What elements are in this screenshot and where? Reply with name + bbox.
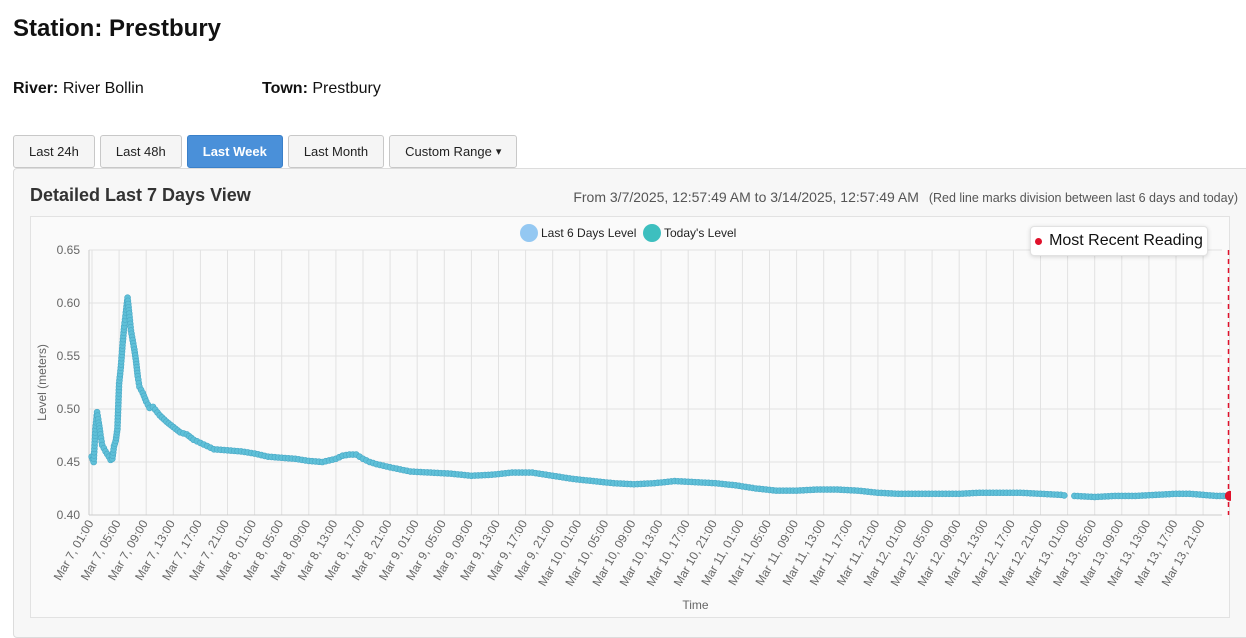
legend-label-last6: Last 6 Days Level bbox=[541, 226, 636, 240]
last-24h-button[interactable]: Last 24h bbox=[13, 135, 95, 168]
caret-down-icon: ▾ bbox=[495, 146, 502, 158]
y-tick-label: 0.40 bbox=[57, 508, 81, 522]
y-tick-label: 0.55 bbox=[57, 349, 81, 363]
town-info: Town: Prestbury bbox=[262, 80, 381, 98]
legend-label-today: Today's Level bbox=[664, 226, 736, 240]
station-title: Station: Prestbury bbox=[13, 15, 222, 42]
legend-swatch-today bbox=[643, 224, 661, 242]
panel-title: Detailed Last 7 Days View bbox=[30, 185, 251, 205]
most-recent-point bbox=[1224, 490, 1231, 501]
custom-range-button[interactable]: Custom Range ▾ bbox=[389, 135, 518, 168]
chart-area[interactable]: 0.65 0.60 0.55 0.50 0.45 0.40 Mar 7, 01:00 Mar … bbox=[30, 216, 1231, 619]
most-recent-label: Most Recent Reading bbox=[1049, 232, 1203, 249]
data-point-last6 bbox=[1060, 492, 1068, 499]
y-tick-label: 0.65 bbox=[57, 243, 81, 257]
y-axis-label: Level (meters) bbox=[35, 344, 49, 421]
x-axis-label: Time bbox=[682, 598, 709, 612]
date-range: From 3/7/2025, 12:57:49 AM to 3/14/2025,… bbox=[573, 189, 919, 205]
divider-note: (Red line marks division between last 6 … bbox=[928, 191, 1238, 205]
town-label: Town: bbox=[262, 80, 308, 97]
date-range-text: From 3/7/2025, 12:57:49 AM to 3/14/2025,… bbox=[573, 189, 1238, 205]
river-value: River Bollin bbox=[62, 80, 144, 97]
y-tick-label: 0.45 bbox=[57, 455, 81, 469]
last-month-button[interactable]: Last Month bbox=[287, 135, 385, 168]
time-range-buttons: Last 24h Last 48h Last Week Last Month C… bbox=[13, 135, 518, 168]
y-tick-label: 0.60 bbox=[57, 296, 81, 310]
level-chart[interactable]: 0.650.600.550.500.450.40Mar 7, 01:00Mar … bbox=[31, 217, 1231, 619]
last-48h-button[interactable]: Last 48h bbox=[99, 135, 182, 168]
most-recent-reading-tooltip: Most Recent Reading bbox=[1030, 226, 1208, 256]
river-info: River: River Bollin bbox=[13, 80, 144, 98]
red-dot-icon bbox=[1035, 237, 1043, 245]
legend-swatch-last6 bbox=[520, 224, 538, 242]
last-week-button[interactable]: Last Week bbox=[186, 135, 283, 168]
town-value: Prestbury bbox=[312, 80, 381, 97]
y-tick-label: 0.50 bbox=[57, 402, 81, 416]
custom-range-label: Custom Range bbox=[405, 144, 492, 159]
river-label: River: bbox=[13, 80, 59, 97]
